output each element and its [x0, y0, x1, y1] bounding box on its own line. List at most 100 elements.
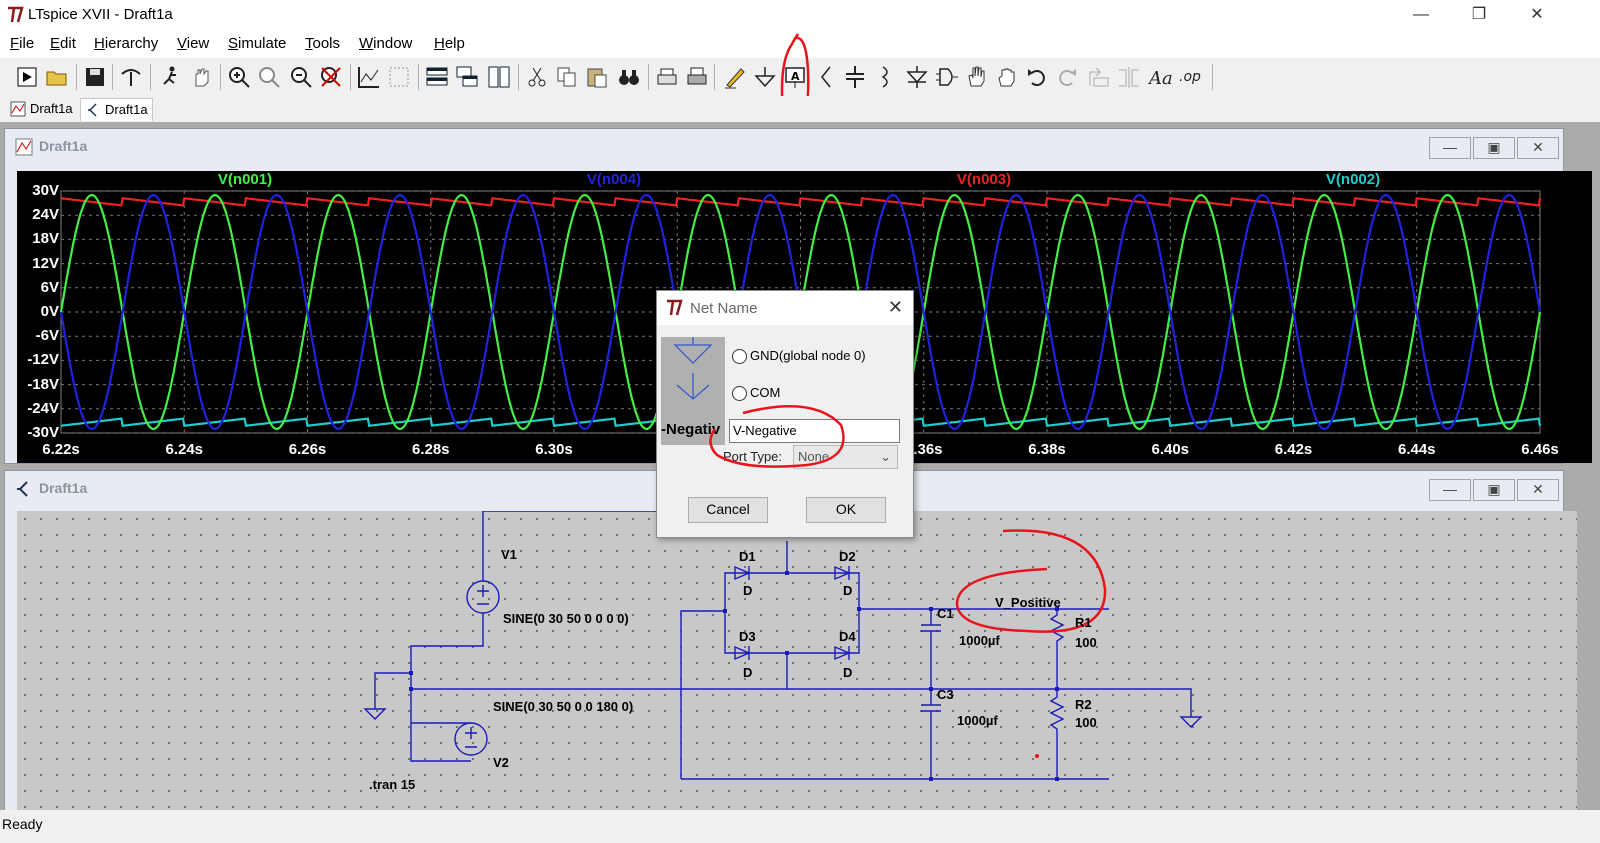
copy-icon[interactable] [554, 64, 580, 90]
restore-button[interactable]: ❐ [1456, 2, 1502, 28]
zoom-cancel-icon[interactable] [318, 64, 344, 90]
schematic-maximize-button[interactable]: ▣ [1473, 479, 1515, 501]
waveform-minimize-button[interactable]: — [1429, 137, 1471, 159]
tab-schematic[interactable]: Draft1a [80, 98, 153, 121]
radio-com-label[interactable]: COM [750, 385, 780, 400]
autorange-icon[interactable] [356, 64, 382, 90]
component-icon[interactable] [934, 64, 960, 90]
wire [410, 613, 484, 762]
net-label-vpositive[interactable]: V_Positive [995, 595, 1061, 610]
v1-value[interactable]: SINE(0 30 50 0 0 0 0) [503, 611, 629, 626]
v2-value[interactable]: SINE(0 30 50 0 0 180 0) [493, 699, 633, 714]
schematic-close-button[interactable]: ✕ [1517, 479, 1559, 501]
text-icon[interactable]: Aa [1147, 64, 1174, 90]
net-name-dialog: Net Name ✕ -Negativ GND(global node 0) C… [656, 290, 914, 538]
wire [411, 653, 788, 690]
d1-model: D [743, 583, 753, 598]
schematic-icon [88, 103, 97, 117]
toolbar: A Aa .op [0, 33, 1600, 126]
control-panel-icon[interactable] [118, 64, 144, 90]
mirror-icon[interactable] [1116, 64, 1142, 90]
menu-help[interactable]: Help [434, 35, 465, 52]
waveform-window-titlebar[interactable]: Draft1a — ▣ ✕ [9, 129, 1563, 163]
run-icon[interactable] [14, 64, 40, 90]
r1-symbol [1049, 609, 1065, 689]
d4-label[interactable]: D4 [839, 629, 856, 644]
paste-icon[interactable] [584, 64, 610, 90]
ok-button[interactable]: OK [806, 497, 886, 523]
tile-horizontal-icon[interactable] [424, 64, 450, 90]
zoom-in-icon[interactable] [226, 64, 252, 90]
drag-hand-icon[interactable] [994, 64, 1020, 90]
c1-value[interactable]: 1000µf [959, 633, 1000, 648]
menu-edit[interactable]: Edit [50, 35, 76, 52]
tab-waveform[interactable]: Draft1a [6, 98, 77, 120]
redo-icon[interactable] [1054, 64, 1080, 90]
close-button[interactable]: ✕ [1514, 2, 1560, 28]
trace-label-vn002[interactable]: V(n002) [1326, 171, 1380, 188]
cascade-icon[interactable] [454, 64, 480, 90]
trace-label-vn001[interactable]: V(n001) [218, 171, 272, 188]
trace-label-vn003[interactable]: V(n003) [957, 171, 1011, 188]
r1-label[interactable]: R1 [1075, 615, 1092, 630]
inductor-icon[interactable] [872, 64, 898, 90]
y-tick-label: -6V [35, 327, 59, 345]
dialog-titlebar[interactable]: Net Name ✕ [657, 291, 913, 325]
waveform-close-button[interactable]: ✕ [1517, 137, 1559, 159]
status-text: Ready [2, 816, 43, 832]
menu-view[interactable]: View [177, 35, 209, 52]
open-folder-icon[interactable] [44, 64, 70, 90]
print-icon[interactable] [684, 64, 710, 90]
menu-window[interactable]: Window [359, 35, 412, 52]
pan-hand-icon[interactable] [188, 64, 214, 90]
waveform-maximize-button[interactable]: ▣ [1473, 137, 1515, 159]
v1-label[interactable]: V1 [501, 547, 517, 562]
ground-right-symbol [1179, 716, 1203, 728]
r2-value[interactable]: 100 [1075, 715, 1097, 730]
c3-label[interactable]: C3 [937, 687, 954, 702]
menu-file[interactable]: File [10, 35, 34, 52]
minimize-button[interactable]: — [1398, 2, 1444, 28]
schematic-canvas[interactable]: V1 SINE(0 30 50 0 0 0 0) SINE(0 30 50 0 … [17, 511, 1577, 811]
y-tick-label: -24V [27, 399, 59, 417]
y-tick-label: 0V [40, 303, 59, 320]
rotate-icon[interactable] [1086, 64, 1112, 90]
c3-value[interactable]: 1000µf [957, 713, 998, 728]
zoom-fit-icon[interactable] [256, 64, 282, 90]
x-tick-label: 6.26s [288, 441, 327, 458]
zoom-out-icon[interactable] [288, 64, 314, 90]
radio-gnd[interactable] [732, 349, 747, 364]
x-tick-label: 6.42s [1274, 441, 1313, 458]
capacitor-icon[interactable] [842, 64, 868, 90]
radio-gnd-label[interactable]: GND(global node 0) [750, 348, 866, 363]
save-icon[interactable] [82, 64, 108, 90]
run-simulation-icon[interactable] [158, 64, 184, 90]
tran-directive[interactable]: .tran 15 [369, 777, 415, 792]
draw-wire-icon[interactable] [722, 64, 748, 90]
menu-tools[interactable]: Tools [305, 35, 340, 52]
d3-label[interactable]: D3 [739, 629, 756, 644]
cursor-icon[interactable] [386, 64, 412, 90]
diode-icon[interactable] [904, 64, 930, 90]
d1-label[interactable]: D1 [739, 549, 756, 564]
v2-label[interactable]: V2 [493, 755, 509, 770]
print-preview-icon[interactable] [654, 64, 680, 90]
menu-simulate[interactable]: Simulate [228, 35, 286, 52]
r2-label[interactable]: R2 [1075, 697, 1092, 712]
move-hand-icon[interactable] [964, 64, 990, 90]
trace-label-vn004[interactable]: V(n004) [587, 171, 641, 188]
spice-directive-icon[interactable]: .op [1178, 64, 1204, 90]
undo-icon[interactable] [1024, 64, 1050, 90]
y-tick-label: 30V [32, 182, 59, 199]
find-icon[interactable] [616, 64, 642, 90]
menu-hierarchy[interactable]: Hierarchy [94, 35, 158, 52]
d2-label[interactable]: D2 [839, 549, 856, 564]
schematic-minimize-button[interactable]: — [1429, 479, 1471, 501]
cut-icon[interactable] [524, 64, 550, 90]
r1-value[interactable]: 100 [1075, 635, 1097, 650]
c1-label[interactable]: C1 [937, 606, 954, 621]
tile-vertical-icon[interactable] [486, 64, 512, 90]
tab-label: Draft1a [30, 101, 73, 116]
dialog-close-icon[interactable]: ✕ [888, 297, 903, 318]
cancel-button[interactable]: Cancel [688, 497, 768, 523]
